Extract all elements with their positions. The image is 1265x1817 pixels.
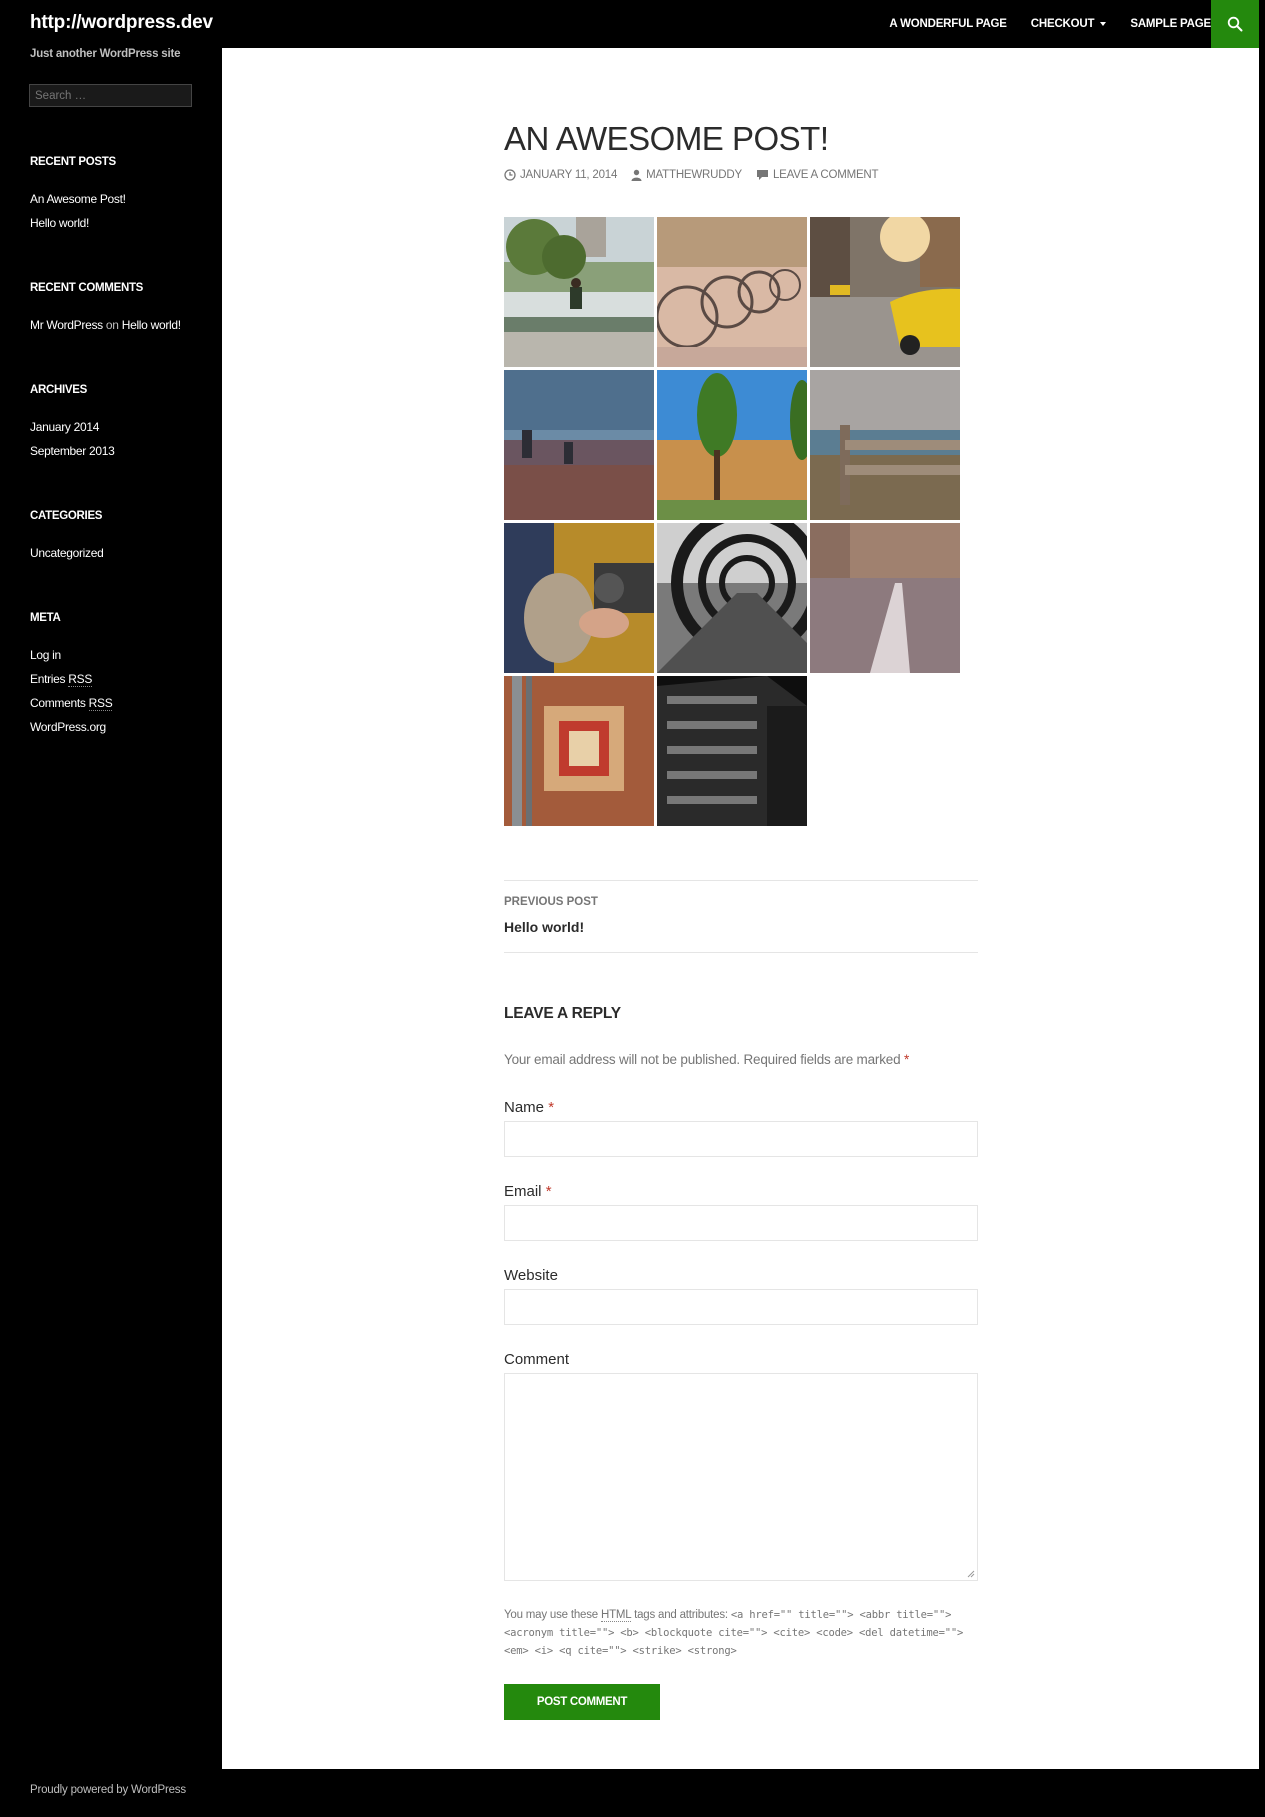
widget-categories: Categories Uncategorized — [30, 510, 104, 565]
comment-bubble-icon — [756, 170, 768, 180]
search-toggle-button[interactable] — [1211, 0, 1259, 48]
right-edge — [1259, 48, 1265, 1769]
wordpress-org-link[interactable]: WordPress.org — [30, 715, 112, 739]
sidebar: Just another WordPress site Recent Posts… — [0, 48, 222, 1769]
gallery-image[interactable] — [657, 676, 807, 826]
widget-title: Meta — [30, 612, 61, 624]
primary-nav: A Wonderful Page Checkout Sample Page — [865, 0, 1211, 48]
gallery-image[interactable] — [657, 217, 807, 367]
post-gallery — [504, 217, 960, 829]
name-label: Name * — [504, 1099, 555, 1116]
gallery-image[interactable] — [810, 370, 960, 520]
comment-author-link[interactable]: Mr WordPress — [30, 318, 103, 332]
post-comment-button[interactable]: Post Comment — [504, 1684, 660, 1720]
post-meta: January 11, 2014 matthewruddy Leave a co… — [504, 169, 892, 181]
email-label: Email * — [504, 1183, 552, 1200]
archive-link[interactable]: September 2013 — [30, 439, 115, 463]
site-footer: Proudly powered by WordPress — [0, 1769, 1265, 1817]
recent-comment-item: Mr WordPress on Hello world! — [30, 313, 181, 337]
comments-rss-link[interactable]: Comments RSS — [30, 691, 113, 715]
widget-title: Recent Comments — [30, 282, 144, 294]
comment-on-text: on — [105, 318, 119, 332]
gallery-image[interactable] — [504, 523, 654, 673]
required-mark: * — [548, 1099, 555, 1116]
email-field[interactable] — [504, 1205, 978, 1241]
site-header: http://wordpress.dev A Wonderful Page Ch… — [0, 0, 1265, 48]
category-link[interactable]: Uncategorized — [30, 541, 104, 565]
resize-grip-icon[interactable] — [967, 1570, 975, 1578]
nav-item-label: Checkout — [1030, 18, 1095, 30]
website-field[interactable] — [504, 1289, 978, 1325]
nav-item-label: A Wonderful Page — [889, 18, 1007, 30]
post-title: An Awesome Post! — [504, 120, 829, 157]
comment-notes: Your email address will not be published… — [504, 1052, 910, 1067]
post-navigation: Previous Post Hello world! — [504, 880, 978, 953]
login-link[interactable]: Log in — [30, 643, 112, 667]
widget-recent-comments: Recent Comments Mr WordPress on Hello wo… — [30, 282, 181, 337]
post-author[interactable]: matthewruddy — [631, 169, 742, 181]
nav-item-a-wonderful-page[interactable]: A Wonderful Page — [889, 18, 1007, 30]
required-mark: * — [545, 1183, 552, 1200]
post-date[interactable]: January 11, 2014 — [504, 169, 617, 181]
name-field[interactable] — [504, 1121, 978, 1157]
gallery-image[interactable] — [657, 370, 807, 520]
user-icon — [631, 169, 642, 181]
search-icon — [1227, 16, 1243, 32]
gallery-image[interactable] — [810, 217, 960, 367]
nav-item-checkout[interactable]: Checkout — [1031, 18, 1107, 30]
widget-archives: Archives January 2014 September 2013 — [30, 384, 115, 463]
caret-down-icon — [1100, 22, 1107, 26]
gallery-image[interactable] — [504, 370, 654, 520]
website-label: Website — [504, 1267, 558, 1284]
gallery-image[interactable] — [810, 523, 960, 673]
comment-label: Comment — [504, 1351, 570, 1368]
gallery-image[interactable] — [657, 523, 807, 673]
gallery-image[interactable] — [504, 676, 654, 826]
sidebar-search-input[interactable] — [29, 84, 192, 107]
previous-post-link[interactable]: Hello world! — [504, 919, 584, 935]
comment-post-link[interactable]: Hello world! — [122, 318, 181, 332]
clock-icon — [504, 169, 516, 181]
widget-title: Archives — [30, 384, 88, 396]
entries-rss-link[interactable]: Entries RSS — [30, 667, 112, 691]
archive-link[interactable]: January 2014 — [30, 415, 115, 439]
recent-post-link[interactable]: An Awesome Post! — [30, 187, 126, 211]
required-mark: * — [903, 1052, 910, 1067]
nav-item-sample-page[interactable]: Sample Page — [1130, 18, 1211, 30]
widget-title: Recent Posts — [30, 156, 116, 168]
reply-title: Leave a Reply — [504, 1005, 621, 1022]
gallery-image[interactable] — [504, 217, 654, 367]
nav-item-label: Sample Page — [1130, 18, 1211, 30]
allowed-tags-note: You may use these HTML tags and attribut… — [504, 1609, 964, 1657]
footer-credit-link[interactable]: Proudly powered by WordPress — [30, 1784, 186, 1796]
previous-post-label: Previous Post — [504, 896, 598, 908]
widget-recent-posts: Recent Posts An Awesome Post! Hello worl… — [30, 156, 126, 235]
recent-post-link[interactable]: Hello world! — [30, 211, 126, 235]
comment-textarea[interactable] — [504, 1373, 978, 1581]
leave-comment-link[interactable]: Leave a comment — [756, 169, 879, 181]
site-title[interactable]: http://wordpress.dev — [30, 12, 213, 34]
widget-meta: Meta Log in Entries RSS Comments RSS Wor… — [30, 612, 113, 739]
site-tagline: Just another WordPress site — [30, 48, 181, 60]
widget-title: Categories — [30, 510, 103, 522]
